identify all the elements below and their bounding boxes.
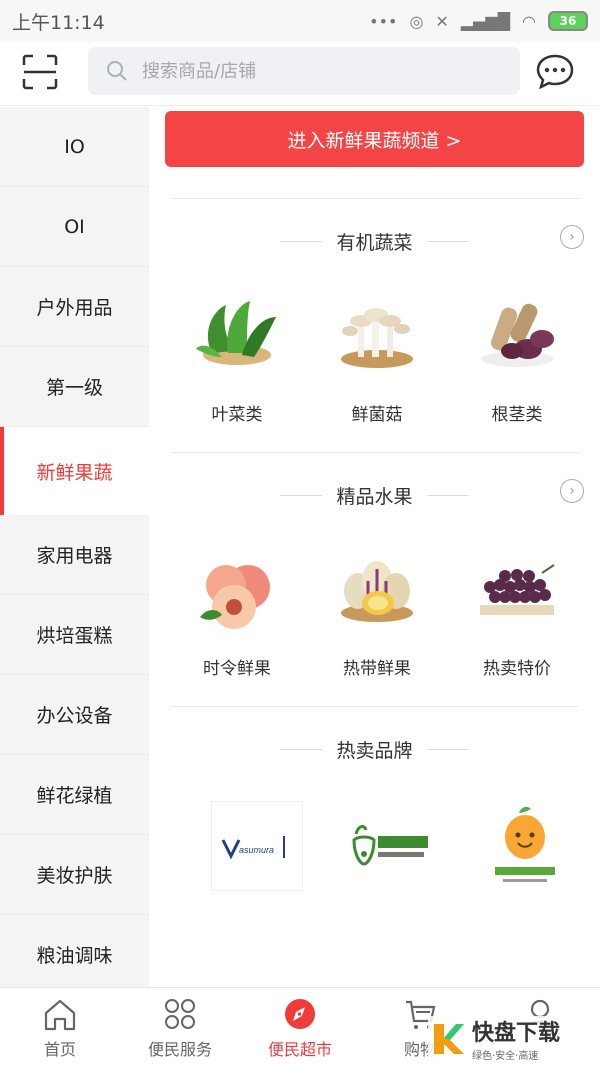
grid-item-hot-deals[interactable]: 热卖特价 <box>457 544 577 679</box>
greenkidz-logo <box>495 806 555 882</box>
section-title: 有机蔬菜 <box>336 232 413 254</box>
peach-image <box>189 544 285 640</box>
title-line <box>280 241 323 242</box>
scan-button[interactable] <box>22 54 58 90</box>
title-line <box>426 495 469 496</box>
watermark-slogan: 绿色·安全·高速 <box>472 1050 539 1062</box>
enter-channel-button[interactable]: 进入新鲜果蔬频道 > <box>165 111 584 167</box>
status-icons: ••• ◎ ✕ ▂▄▆█ ◠ 36 <box>369 11 588 31</box>
watermark-logo-icon <box>434 1024 464 1054</box>
message-button[interactable] <box>536 53 574 90</box>
compass-icon <box>282 996 318 1032</box>
sidebar-item-bakery[interactable]: 烘培蛋糕 <box>0 595 149 675</box>
mushroom-image <box>329 290 425 386</box>
divider <box>171 706 579 707</box>
grid-item-label: 叶菜类 <box>211 405 263 425</box>
category-grid-veg: 叶菜类 鲜菌菇 根茎类 <box>177 290 577 425</box>
pepino-melon-image <box>329 544 425 640</box>
home-icon <box>42 996 78 1032</box>
grid-item-seasonal-fruit[interactable]: 时令鲜果 <box>177 544 297 679</box>
brand-yasumura[interactable]: asumura <box>211 801 303 891</box>
grid-item-root-veg[interactable]: 根茎类 <box>457 290 577 425</box>
brand-greenkidz[interactable] <box>479 801 571 891</box>
tab-label: 便民超市 <box>267 1040 332 1059</box>
status-time: 上午11:14 <box>12 11 105 34</box>
category-grid-fruit: 时令鲜果 热带鲜果 热卖特价 <box>177 544 577 679</box>
brand-meijia[interactable] <box>345 801 437 891</box>
grid-icon <box>162 996 198 1032</box>
sidebar-item-io[interactable]: IO <box>0 107 149 187</box>
search-header <box>0 42 600 106</box>
scan-icon <box>22 54 58 90</box>
dots-icon: ••• <box>369 11 398 31</box>
meijia-logo <box>352 825 428 866</box>
tab-supermarket[interactable]: 便民超市 <box>240 988 360 1067</box>
chevron-right-circle-icon[interactable]: › <box>560 225 584 249</box>
grid-item-label: 根茎类 <box>491 405 543 425</box>
root-vegetable-image <box>469 290 565 386</box>
chat-bubble-icon <box>536 54 574 90</box>
brand-list: asumura <box>211 801 571 891</box>
section-title: 热卖品牌 <box>336 740 413 762</box>
grid-item-leafy-veg[interactable]: 叶菜类 <box>177 290 297 425</box>
grid-item-label: 鲜菌菇 <box>351 405 403 425</box>
tab-home[interactable]: 首页 <box>0 988 120 1067</box>
chevron-right-circle-icon[interactable]: › <box>560 479 584 503</box>
signal-icon: ▂▄▆█ <box>460 11 511 31</box>
wifi-icon: ◠ <box>522 11 536 31</box>
grid-item-label: 时令鲜果 <box>203 659 271 679</box>
search-input[interactable] <box>142 60 482 82</box>
grid-item-label: 热带鲜果 <box>343 659 411 679</box>
section-title: 精品水果 <box>336 486 413 508</box>
sidebar-item-outdoor[interactable]: 户外用品 <box>0 267 149 347</box>
tab-services[interactable]: 便民服务 <box>120 988 240 1067</box>
leafy-greens-image <box>189 290 285 386</box>
sidebar-item-oi[interactable]: OI <box>0 187 149 267</box>
title-line <box>426 241 469 242</box>
grid-item-label: 热卖特价 <box>483 659 551 679</box>
grid-item-tropical-fruit[interactable]: 热带鲜果 <box>317 544 437 679</box>
watermark: 快盘下载 绿色·安全·高速 <box>428 1016 596 1062</box>
divider <box>171 198 579 199</box>
sidebar-item-fresh-produce[interactable]: 新鲜果蔬 <box>0 427 149 515</box>
watermark-brand: 快盘下载 <box>472 1020 561 1046</box>
section-header-hot-brands: 热卖品牌 <box>149 736 600 763</box>
mute-icon: ✕ <box>435 11 449 31</box>
title-line <box>426 749 469 750</box>
grapes-image <box>469 544 565 640</box>
alarm-icon: ◎ <box>409 11 424 31</box>
search-icon <box>107 61 127 81</box>
section-header-organic-veg: 有机蔬菜 › <box>149 225 600 255</box>
title-line <box>280 749 323 750</box>
section-header-fruit: 精品水果 › <box>149 479 600 509</box>
status-bar: 上午11:14 ••• ◎ ✕ ▂▄▆█ ◠ 36 <box>0 0 600 42</box>
yasumura-logo: asumura <box>221 836 285 860</box>
category-sidebar: IO OI 户外用品 第一级 新鲜果蔬 家用电器 烘培蛋糕 办公设备 鲜花绿植 … <box>0 107 149 995</box>
sidebar-item-appliances[interactable]: 家用电器 <box>0 515 149 595</box>
sidebar-item-office[interactable]: 办公设备 <box>0 675 149 755</box>
sidebar-item-grain-oil[interactable]: 粮油调味 <box>0 915 149 995</box>
title-line <box>280 495 323 496</box>
category-content: 进入新鲜果蔬频道 > 有机蔬菜 › 叶菜类 鲜菌菇 根茎类 精品水果 › 时令鲜… <box>149 107 600 987</box>
grid-item-mushroom[interactable]: 鲜菌菇 <box>317 290 437 425</box>
search-bar[interactable] <box>88 47 520 95</box>
divider <box>171 452 579 453</box>
battery-icon: 36 <box>548 11 588 31</box>
tab-label: 首页 <box>43 1040 76 1059</box>
tab-label: 便民服务 <box>147 1040 212 1059</box>
sidebar-item-flowers[interactable]: 鲜花绿植 <box>0 755 149 835</box>
sidebar-item-beauty[interactable]: 美妆护肤 <box>0 835 149 915</box>
sidebar-item-level-one[interactable]: 第一级 <box>0 347 149 427</box>
svg-text:asumura: asumura <box>239 845 274 855</box>
